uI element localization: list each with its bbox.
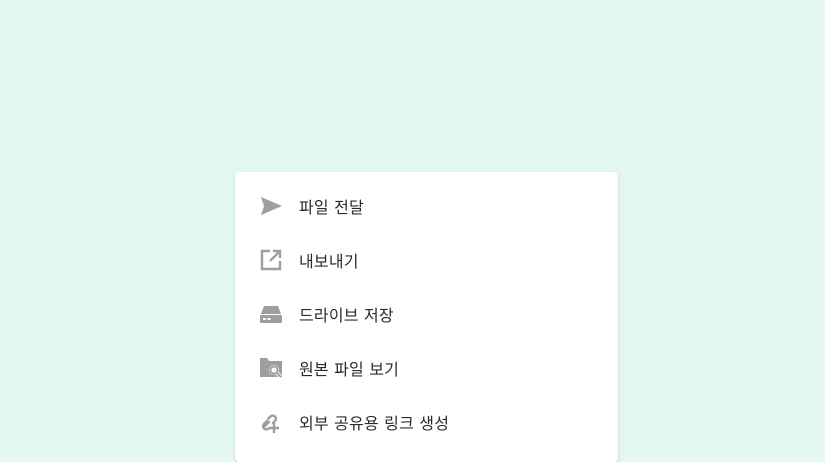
folder-search-icon (259, 356, 283, 380)
menu-item-label: 외부 공유용 링크 생성 (299, 414, 450, 433)
menu-item-label: 파일 전달 (299, 198, 364, 217)
menu-item-label: 원본 파일 보기 (299, 360, 400, 379)
menu-item-label: 드라이브 저장 (299, 306, 394, 325)
link-add-icon (259, 410, 283, 434)
export-icon (259, 248, 283, 272)
menu-item-forward-file[interactable]: 파일 전달 (235, 179, 618, 233)
menu-item-save-to-drive[interactable]: 드라이브 저장 (235, 287, 618, 341)
menu-item-view-original[interactable]: 원본 파일 보기 (235, 341, 618, 395)
menu-item-create-share-link[interactable]: 외부 공유용 링크 생성 (235, 395, 618, 449)
context-menu: 파일 전달 내보내기 드라이브 저장 원본 파일 보기 외부 공유용 링크 생성 (235, 172, 618, 462)
menu-item-label: 내보내기 (299, 252, 359, 271)
menu-item-export[interactable]: 내보내기 (235, 233, 618, 287)
send-icon (259, 194, 283, 218)
drive-icon (259, 302, 283, 326)
